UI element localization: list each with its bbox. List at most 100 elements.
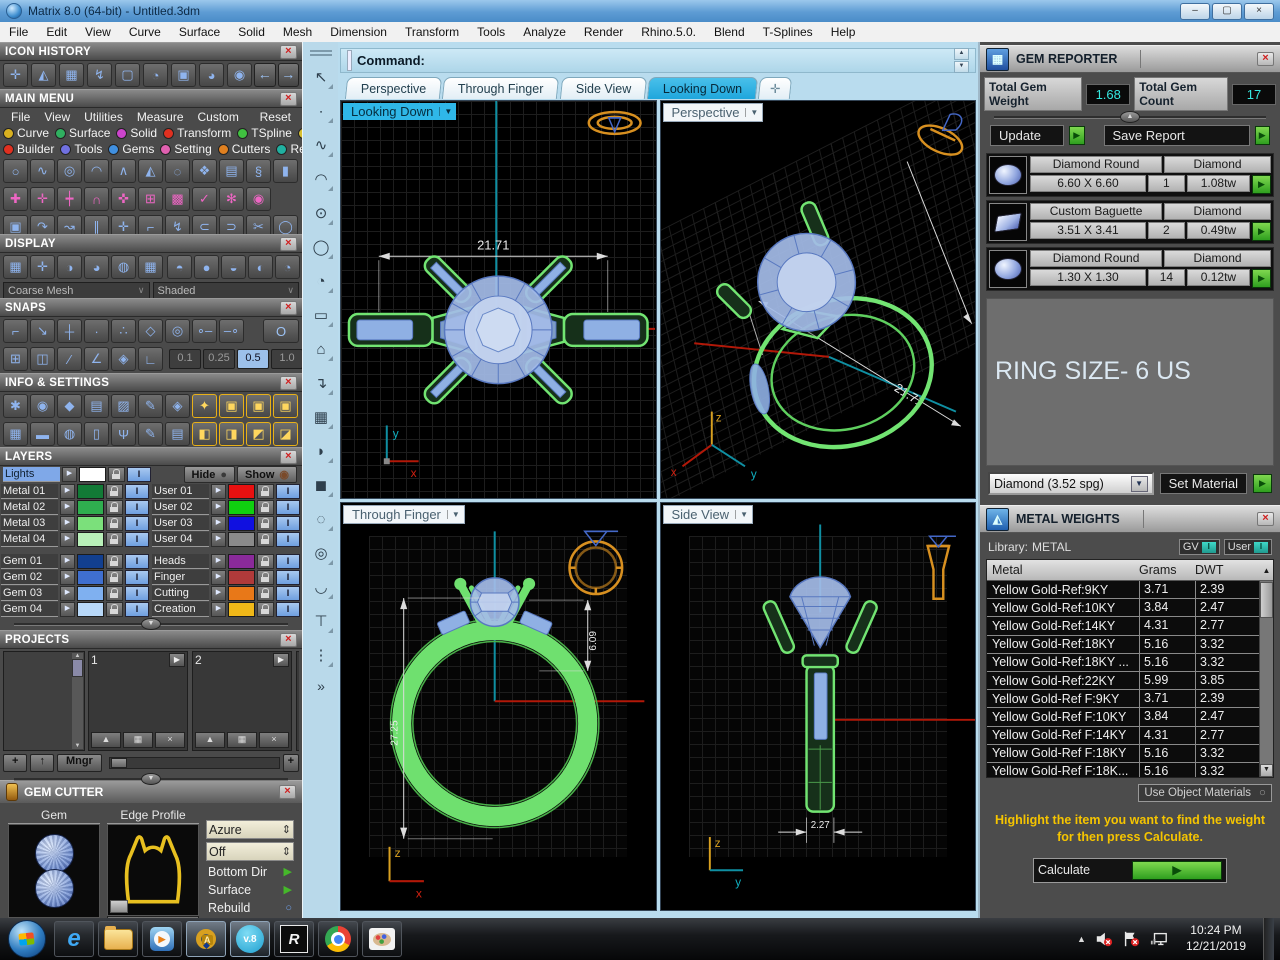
matrix-app-icon[interactable]: A◆	[186, 921, 226, 957]
project-slot[interactable]: 1▶ ▲ ▦ ×	[88, 651, 188, 751]
layer-color-swatch[interactable]	[228, 484, 255, 499]
layer-visibility-toggle[interactable]: I	[125, 532, 149, 547]
layer-visibility-toggle[interactable]: I	[276, 554, 300, 569]
rhino-tool-icon[interactable]: ▦	[308, 404, 334, 430]
layer-color-swatch[interactable]	[228, 554, 255, 569]
main-menu-category[interactable]: Setting	[160, 142, 211, 156]
menu-item[interactable]: Rhino.5.0.	[632, 25, 705, 39]
close-icon[interactable]: ×	[280, 45, 297, 59]
user-toggle[interactable]: UserI	[1224, 539, 1272, 555]
gem-reporter-collapse-handle[interactable]: ▲	[980, 111, 1280, 123]
shading-mode-icon[interactable]: ●	[194, 255, 219, 279]
menu-item[interactable]: Mesh	[274, 25, 321, 39]
grid-increment-button[interactable]: 0.5	[237, 349, 269, 369]
layer-color-swatch[interactable]	[77, 532, 104, 547]
project-slot[interactable]: 3▶ ▲ ▦ ×	[296, 651, 299, 751]
layer-color-swatch[interactable]	[77, 586, 104, 601]
layer-color-swatch[interactable]	[77, 602, 104, 617]
slot-menu-icon[interactable]: ▶	[169, 653, 185, 667]
rhino-tool-icon[interactable]: ◎	[308, 540, 334, 566]
mesh-quality-select[interactable]: Coarse Mesh∨	[3, 282, 150, 299]
curve-tool-icon[interactable]: ◠	[84, 159, 109, 183]
main-menu-category[interactable]: Gems	[108, 142, 154, 156]
viewport-tab[interactable]: Perspective	[345, 77, 443, 99]
layer-expand-icon[interactable]: ▶	[211, 570, 226, 585]
layer-color-swatch[interactable]	[228, 586, 255, 601]
snap-icon[interactable]: ◎	[165, 319, 190, 343]
lock-icon[interactable]	[257, 516, 274, 531]
layer-color-swatch[interactable]	[77, 554, 104, 569]
metal-row[interactable]: Yellow Gold-Ref F:14KY 4.31 2.77	[987, 727, 1273, 745]
layer-row[interactable]: Gem 04 ▶ I	[1, 602, 150, 617]
edit-tool-icon[interactable]: ◉	[246, 187, 271, 211]
metal-row[interactable]: Yellow Gold-Ref:10KY 3.84 2.47	[987, 599, 1273, 617]
close-icon[interactable]: ×	[280, 450, 297, 464]
chrome-icon[interactable]	[318, 921, 358, 957]
main-menu-item[interactable]: Measure	[130, 110, 191, 124]
rhino-tool-icon[interactable]: ∙	[308, 98, 334, 124]
display-mode-icon[interactable]: ◍	[111, 255, 136, 279]
layer-expand-icon[interactable]: ▶	[60, 500, 75, 515]
chevron-down-icon[interactable]: ▼	[735, 510, 748, 519]
settings-tool-icon[interactable]: ▬	[30, 422, 55, 446]
main-menu-item[interactable]: File	[4, 110, 37, 124]
layers-collapse-handle[interactable]: ▼	[0, 618, 302, 630]
layer-visibility-toggle[interactable]: I	[125, 554, 149, 569]
curve-tool-icon[interactable]: ▮	[273, 159, 298, 183]
grid-increment-button[interactable]: 0.1	[169, 349, 201, 369]
history-tool-icon[interactable]: ✛	[3, 63, 28, 87]
rhino-tool-icon[interactable]: ⋮	[308, 642, 334, 668]
rhino-tool-icon[interactable]: ∿	[308, 132, 334, 158]
menu-item[interactable]: Tools	[468, 25, 514, 39]
viewport-side-view[interactable]: 2.27 z y Side View▼	[660, 502, 977, 911]
project-slider[interactable]	[109, 757, 280, 769]
projects-collapse-handle[interactable]: ▼	[0, 773, 302, 785]
slot-menu-icon[interactable]: ▶	[273, 653, 289, 667]
snap-icon[interactable]: ∙	[84, 319, 109, 343]
layer-expand-icon[interactable]: ▶	[211, 586, 226, 601]
project-add-button[interactable]: +	[3, 754, 27, 772]
dropdown-arrow-icon[interactable]: ▼	[1131, 476, 1148, 492]
settings-tool-icon[interactable]: ◍	[57, 422, 82, 446]
snap-mode-icon[interactable]: ∟	[138, 347, 163, 371]
lock-icon[interactable]	[106, 532, 123, 547]
lock-icon[interactable]	[257, 532, 274, 547]
grid-increment-button[interactable]: 0.25	[203, 349, 235, 369]
show-desktop-button[interactable]	[1263, 918, 1274, 960]
layer-expand-icon[interactable]: ▶	[211, 602, 226, 617]
layer-visibility-toggle[interactable]: I	[125, 602, 149, 617]
layer-row[interactable]: User 03 ▶ I	[152, 516, 301, 531]
rhino-tool-icon[interactable]: ↖	[308, 64, 334, 90]
settings-tool-icon[interactable]: ▤	[165, 422, 190, 446]
info-tool-icon[interactable]: ▨	[111, 394, 136, 418]
menu-item[interactable]: Curve	[120, 25, 170, 39]
layer-row[interactable]: Metal 03 ▶ I	[1, 516, 150, 531]
save-report-go-icon[interactable]	[1255, 126, 1271, 145]
layer-expand-icon[interactable]: ▶	[60, 554, 75, 569]
main-menu-item[interactable]: View	[37, 110, 77, 124]
layer-visibility-toggle[interactable]: I	[276, 500, 300, 515]
viewport-perspective[interactable]: 21.71	[660, 100, 977, 499]
layer-row[interactable]: Gem 01 ▶ I	[1, 554, 150, 569]
set-material-button[interactable]: Set Material	[1160, 473, 1247, 494]
material-select[interactable]: Diamond (3.52 spg)▼	[988, 472, 1154, 495]
lock-icon[interactable]	[257, 554, 274, 569]
settings-tool-icon[interactable]: ◨	[219, 422, 244, 446]
metal-row[interactable]: Yellow Gold-Ref F:18K... 5.16 3.32	[987, 763, 1273, 777]
calculate-button[interactable]: Calculate	[1033, 858, 1227, 883]
layer-color-swatch[interactable]	[77, 516, 104, 531]
menu-item[interactable]: Blend	[705, 25, 754, 39]
snap-mode-icon[interactable]: ∕	[57, 347, 82, 371]
main-menu-category[interactable]: Solid	[116, 126, 157, 140]
restore-button[interactable]: ▢	[1212, 3, 1242, 20]
lock-icon[interactable]	[257, 602, 274, 617]
snap-icon[interactable]: ┼	[57, 319, 82, 343]
main-menu-category[interactable]: TSpline	[237, 126, 292, 140]
viewport-tab[interactable]: Through Finger	[442, 77, 560, 99]
info-tool-icon[interactable]: ✦	[192, 394, 217, 418]
gem-cutter-option[interactable]: Surface ▶	[206, 881, 294, 898]
edit-tool-icon[interactable]: ✜	[111, 187, 136, 211]
info-tool-icon[interactable]: ▣	[273, 394, 298, 418]
minimize-button[interactable]: –	[1180, 3, 1210, 20]
menu-item[interactable]: T-Splines	[754, 25, 822, 39]
